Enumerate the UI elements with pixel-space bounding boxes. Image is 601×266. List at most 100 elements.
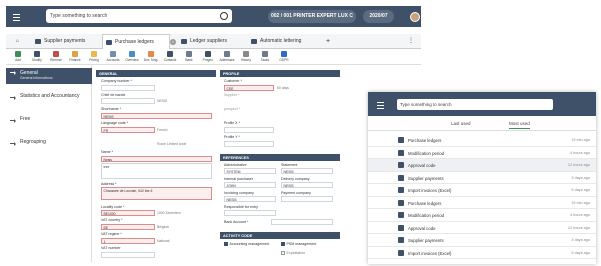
toolbar-button-bank[interactable]: Bank	[180, 51, 198, 62]
toolbar-button-addresses[interactable]: Addresses	[218, 51, 236, 62]
language-field[interactable]: FR	[101, 127, 155, 133]
toolbar-button-gdpr[interactable]: GDPR	[275, 51, 293, 62]
checkbox-icon[interactable]	[281, 242, 285, 247]
list-item[interactable]: Supplier payments 3 days ago	[368, 234, 596, 247]
vat-regime-note: National	[157, 239, 170, 243]
delivery-label: Delivery company	[281, 177, 310, 181]
list-item[interactable]: Purchase ledgers 19 min ago	[368, 197, 596, 209]
tab-most-used[interactable]: Most used	[509, 121, 530, 129]
sidebar-item-general[interactable]: General General informations	[6, 68, 92, 84]
profile-y-field[interactable]	[224, 141, 274, 147]
vat-number-field[interactable]	[101, 252, 155, 258]
toolbar-button-modify[interactable]: Modify	[28, 51, 46, 62]
app-header: Type something to search 002 / 001 PRINT…	[6, 6, 440, 27]
tab-purchase-ledgers[interactable]: Purchase ledgers ×	[102, 34, 176, 49]
chief-field[interactable]	[101, 98, 155, 104]
list-item[interactable]: Approval code 12 hours ago	[368, 222, 596, 234]
tab-last-used[interactable]: Last used	[451, 121, 471, 126]
user-name[interactable]: Jérémy ⌄	[424, 14, 440, 26]
toolbar-button-remove[interactable]: Remove	[47, 51, 65, 62]
invoicing-field[interactable]: NESIS	[224, 196, 276, 202]
list-item[interactable]: Supplier payments 3 days ago	[368, 172, 596, 184]
admin-field[interactable]: SYSTEM	[224, 168, 276, 174]
arrow-icon	[10, 141, 16, 146]
search-placeholder: Type something to search	[50, 13, 108, 19]
section-profile: PROFILE	[220, 70, 340, 77]
toolbar-button-contacts[interactable]: Contacts	[161, 51, 179, 62]
search-input[interactable]: Type something to search	[46, 9, 232, 23]
checkbox-icon[interactable]	[224, 242, 228, 247]
tab-icon	[181, 39, 187, 44]
activity-accounting[interactable]: Accounting management	[224, 242, 269, 247]
sidebar-item-regrouping[interactable]: Regrouping	[6, 139, 92, 146]
list-item[interactable]: Import invoices (Excel) 5 days ago	[368, 184, 596, 197]
activity-exploitation[interactable]: Exploitation	[281, 251, 305, 256]
tab-supplier-payments[interactable]: Supplier payments	[32, 34, 100, 49]
locality-field[interactable]: BE1000	[101, 210, 155, 216]
tab-icon	[106, 40, 112, 45]
add-tab-button[interactable]: +	[324, 34, 334, 49]
menu-icon[interactable]	[376, 100, 385, 109]
name-label: Name *	[101, 150, 113, 154]
panel-search-input[interactable]: Type something to search	[397, 99, 553, 110]
shortname-field[interactable]: NESIS	[101, 113, 212, 119]
toolbar-button-pricing[interactable]: Pricing	[85, 51, 103, 62]
activity-psm[interactable]: PSM management	[281, 242, 316, 247]
checkbox-icon[interactable]	[281, 251, 285, 256]
statement-field[interactable]: NESIS	[281, 168, 333, 174]
list-item[interactable]: Import invoices (Excel) 5 days ago	[368, 247, 596, 259]
vat-country-field[interactable]: BE	[101, 224, 155, 230]
name-field[interactable]: Nesis	[101, 156, 212, 162]
delivery-field[interactable]: NESIS	[281, 182, 333, 188]
bank-label: Bank Account *	[224, 220, 249, 224]
purchaser-field[interactable]: JOHN	[224, 182, 276, 188]
invoicing-label: Invoicing company	[224, 191, 254, 195]
toolbar-icon	[53, 51, 59, 57]
menu-icon[interactable]	[12, 12, 21, 21]
payment-field[interactable]	[281, 196, 333, 202]
avatar[interactable]	[410, 12, 420, 22]
vat-regime-label: VAT regime *	[101, 232, 122, 236]
company-number-field[interactable]	[101, 85, 155, 91]
toolbar-icon	[205, 51, 211, 57]
shortname-label: Shortname *	[101, 107, 121, 111]
sidebar-item-free[interactable]: Free	[6, 116, 92, 123]
home-icon[interactable]: ⌂	[10, 34, 30, 49]
address-field[interactable]: Chaussée de Louvain, 542 bte 6	[101, 187, 212, 200]
toolbar-button-accounts[interactable]: Accounts	[104, 51, 122, 62]
toolbar-button-progev[interactable]: Progev.	[199, 51, 217, 62]
item-icon	[398, 174, 404, 181]
toolbar-button-finance[interactable]: Finance	[66, 51, 84, 62]
list-item[interactable]: Modification period 4 hours ago	[368, 147, 596, 159]
toolbar-button-history[interactable]: History	[237, 51, 255, 62]
close-icon[interactable]: ×	[170, 39, 176, 45]
payment-label: Payment company	[281, 191, 311, 195]
more-icon[interactable]: ⋮	[408, 34, 418, 49]
toolbar-icon	[15, 51, 21, 57]
list-item[interactable]: Purchase ledgers 19 min ago	[368, 134, 596, 147]
name-extra-field[interactable]: Irex	[101, 163, 212, 179]
profile-y-label: Profile Y *	[224, 135, 240, 139]
statement-label: Statement	[281, 163, 298, 167]
toolbar-button-doc-mng[interactable]: Doc. Mng.	[142, 51, 160, 62]
list-item[interactable]: Approval code 12 hours ago	[368, 159, 596, 172]
sidebar: General General informations Statistics …	[6, 66, 92, 262]
period-selector[interactable]: 2020/07	[363, 10, 394, 23]
item-icon	[398, 149, 404, 156]
tab-automatic-lettering[interactable]: Automatic lettering	[248, 34, 322, 49]
supplier-label: Supplier *	[224, 93, 240, 97]
customer-field[interactable]: CEE	[224, 85, 274, 91]
bank-field[interactable]	[271, 219, 333, 225]
responsible-field[interactable]	[224, 210, 276, 216]
toolbar-button-tasks[interactable]: Tasks	[256, 51, 274, 62]
toolbar-button-add[interactable]: Add	[9, 51, 27, 62]
sidebar-item-statistics[interactable]: Statistics and Accountancy	[6, 93, 92, 100]
vat-regime-field[interactable]: 1	[101, 238, 155, 244]
company-selector[interactable]: 002 / 001 PRINTER EXPERT LUX C	[268, 10, 356, 23]
toolbar-button-overview[interactable]: Overview	[123, 51, 141, 62]
profile-x-field[interactable]	[224, 127, 274, 133]
tab-ledger-suppliers[interactable]: Ledger suppliers	[178, 34, 246, 49]
search-icon[interactable]	[220, 12, 228, 20]
customer-label: Customer *	[224, 79, 242, 83]
list-item[interactable]: Modification period 4 hours ago	[368, 209, 596, 222]
